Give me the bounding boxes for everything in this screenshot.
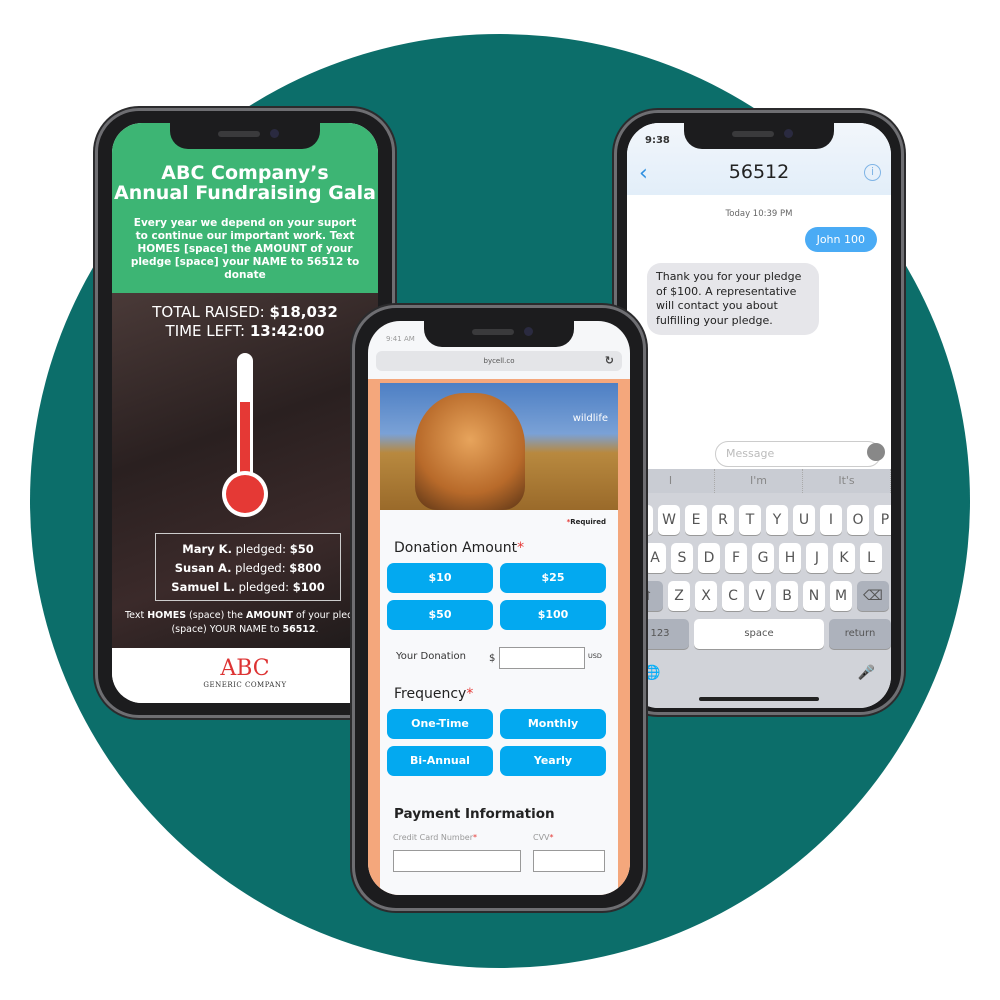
currency-label: USD [588,652,602,660]
phone-sms: 9:38 ‹ 56512 i Today 10:39 PM John 100 T… [614,110,904,715]
key-h[interactable]: H [779,543,801,573]
phone-donation-form: 9:41 AM bycell.co ↻ wildlife *Required Do… [352,305,646,911]
time-value: 13:42:00 [249,322,325,340]
your-donation-label: Your Donation [396,651,466,662]
suggestion[interactable]: I'm [715,469,803,493]
sent-message: John 100 [804,227,877,252]
key-n[interactable]: N [803,581,825,611]
info-icon[interactable]: i [864,164,881,181]
thermometer-gauge [222,353,268,528]
phone-fundraiser-display: ABC Company’s Annual Fundraising Gala Eve… [95,108,395,718]
home-indicator [699,697,819,701]
total-value: $18,032 [269,303,338,321]
reload-icon[interactable]: ↻ [605,351,614,371]
key-i[interactable]: I [820,505,842,535]
text-instructions: Text HOMES (space) the AMOUNT of your pl… [124,610,365,635]
donation-form: *Required Donation Amount* $10 $25 $50 $… [380,510,618,895]
donation-screen: 9:41 AM bycell.co ↻ wildlife *Required Do… [368,321,630,895]
amount-button-50[interactable]: $50 [387,600,493,630]
required-note: *Required [566,518,606,526]
total-label: TOTAL RAISED: [152,303,270,321]
key-x[interactable]: X [695,581,717,611]
payment-heading: Payment Information [394,806,555,822]
tiger-cub-banner: wildlife [380,383,618,510]
messages-screen: 9:38 ‹ 56512 i Today 10:39 PM John 100 T… [627,123,891,708]
frequency-one-time[interactable]: One-Time [387,709,493,739]
notch [684,123,834,149]
crowd-photo: TOTAL RAISED: $18,032 TIME LEFT: 13:42:0… [112,293,378,648]
gala-title: ABC Company’s Annual Fundraising Gala [112,163,378,203]
pledge-item: Susan A. pledged: $800 [174,561,322,575]
pledge-item: Mary K. pledged: $50 [182,542,314,556]
key-s[interactable]: S [671,543,693,573]
key-u[interactable]: U [793,505,815,535]
url-text: bycell.co [483,357,515,365]
frequency-heading: Frequency* [394,686,474,702]
key-f[interactable]: F [725,543,747,573]
key-l[interactable]: L [860,543,882,573]
pledge-item: Samuel L. pledged: $100 [171,580,325,594]
message-input[interactable]: Message [715,441,881,467]
pledge-list: Mary K. pledged: $50 Susan A. pledged: $… [155,533,341,601]
amount-button-100[interactable]: $100 [500,600,606,630]
status-time: 9:41 AM [386,335,415,343]
key-y[interactable]: Y [766,505,788,535]
card-number-input[interactable] [393,850,521,872]
contact-number: 56512 [728,161,790,183]
key-j[interactable]: J [806,543,828,573]
card-number-label: Credit Card Number* [393,833,477,842]
key-a[interactable]: A [644,543,666,573]
notch [424,321,574,347]
key-d[interactable]: D [698,543,720,573]
frequency-bi-annual[interactable]: Bi-Annual [387,746,493,776]
frequency-yearly[interactable]: Yearly [500,746,606,776]
key-p[interactable]: P [874,505,891,535]
received-message: Thank you for your pledge of $100. A rep… [647,263,819,335]
abc-logo: ABC GENERIC COMPANY [112,648,378,703]
frequency-monthly[interactable]: Monthly [500,709,606,739]
key-g[interactable]: G [752,543,774,573]
key-r[interactable]: R [712,505,734,535]
key-t[interactable]: T [739,505,761,535]
microphone-icon[interactable]: 🎤 [858,665,875,681]
suggestion-bar: I I'm It's [627,469,891,493]
key-w[interactable]: W [658,505,680,535]
cvv-label: CVV* [533,833,554,842]
return-key[interactable]: return [829,619,891,649]
audio-record-icon[interactable] [867,443,885,461]
space-key[interactable]: space [694,619,824,649]
fundraising-totals: TOTAL RAISED: $18,032 TIME LEFT: 13:42:0… [112,303,378,341]
message-input-row: Message [627,439,891,469]
key-c[interactable]: C [722,581,744,611]
wildlife-logo: wildlife [572,413,608,424]
key-v[interactable]: V [749,581,771,611]
donation-amount-input[interactable] [499,647,585,669]
amount-button-10[interactable]: $10 [387,563,493,593]
donation-amount-heading: Donation Amount* [394,540,525,556]
title-line-1: ABC Company’s [161,162,329,184]
key-e[interactable]: E [685,505,707,535]
logo-subtext: GENERIC COMPANY [203,681,287,689]
currency-symbol: $ [489,653,496,664]
message-timestamp: Today 10:39 PM [725,209,793,219]
key-o[interactable]: O [847,505,869,535]
cvv-input[interactable] [533,850,605,872]
notch [170,123,320,149]
key-b[interactable]: B [776,581,798,611]
title-line-2: Annual Fundraising Gala [114,182,376,204]
logo-text: ABC [220,656,270,681]
tiger-image [415,393,525,510]
time-label: TIME LEFT: [165,322,250,340]
delete-key[interactable]: ⌫ [857,581,889,611]
keyboard: I I'm It's QWERTYUIOP ASDFGHJKL ⇧ ZXCVBN… [627,469,891,708]
gala-intro: Every year we depend on your suport to c… [130,217,360,281]
amount-button-25[interactable]: $25 [500,563,606,593]
fundraiser-screen: ABC Company’s Annual Fundraising Gala Eve… [112,123,378,703]
key-m[interactable]: M [830,581,852,611]
address-bar[interactable]: bycell.co ↻ [376,351,622,371]
status-time: 9:38 [645,135,670,146]
key-k[interactable]: K [833,543,855,573]
key-z[interactable]: Z [668,581,690,611]
suggestion[interactable]: It's [803,469,891,493]
